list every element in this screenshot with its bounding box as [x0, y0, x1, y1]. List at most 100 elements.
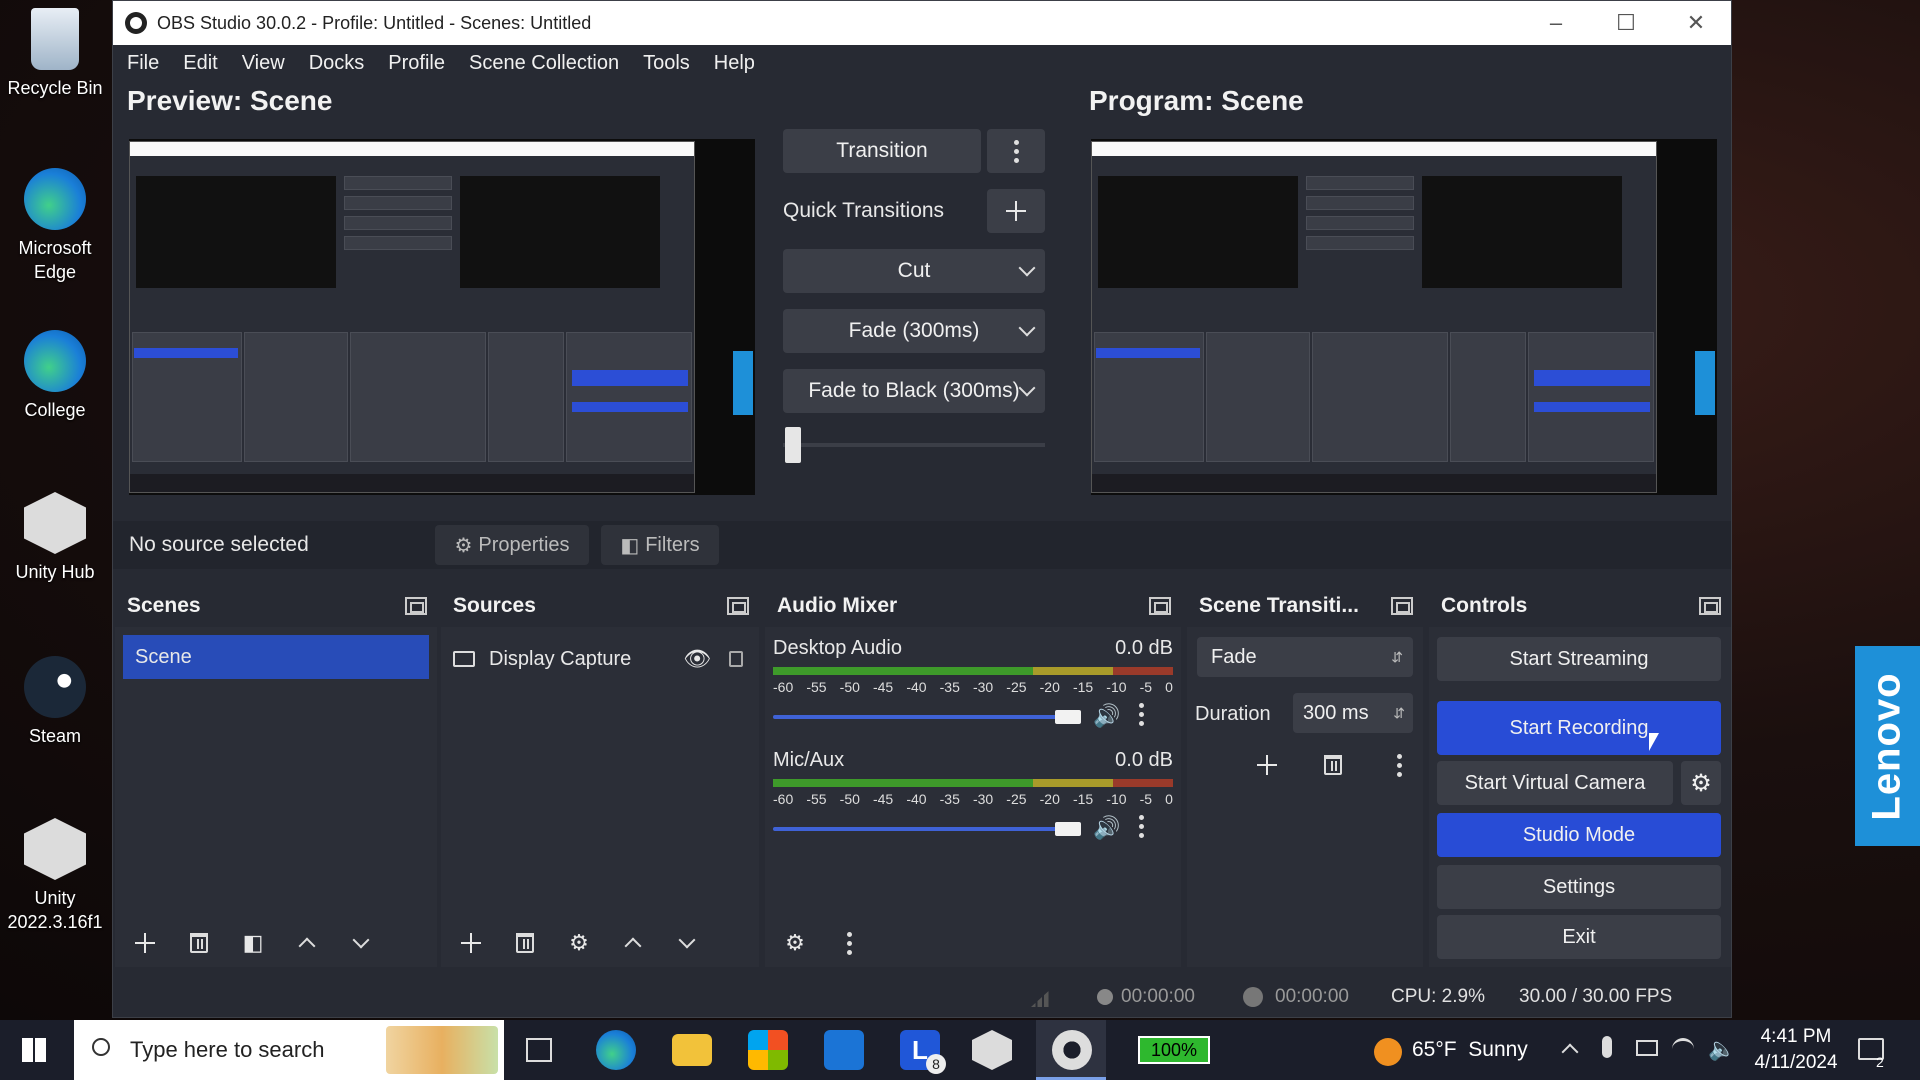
clock-time[interactable]: 4:41 PM: [1756, 1026, 1836, 1048]
start-virtual-camera-button[interactable]: Start Virtual Camera: [1437, 761, 1673, 805]
undock-icon[interactable]: [1699, 597, 1721, 615]
kebab-icon[interactable]: [1139, 703, 1144, 726]
menu-file[interactable]: File: [127, 52, 159, 75]
menu-edit[interactable]: Edit: [183, 52, 217, 75]
quick-transition-fade-to-black[interactable]: Fade to Black (300ms): [783, 369, 1045, 413]
trash-icon: [1324, 755, 1342, 775]
store-icon[interactable]: [748, 1030, 788, 1070]
task-view-icon[interactable]: [526, 1038, 552, 1062]
t-bar-handle[interactable]: [785, 427, 801, 463]
edge-taskbar-icon[interactable]: [596, 1030, 636, 1070]
volume-slider-knob[interactable]: [1055, 710, 1081, 724]
preview-screenshot: [129, 141, 695, 493]
remove-scene-button[interactable]: [179, 923, 219, 963]
desktop-icon-unity[interactable]: Unity 2022.3.16f1: [4, 818, 106, 934]
add-transition-button[interactable]: [1247, 745, 1287, 785]
volume-muted-icon[interactable]: 🔈: [1708, 1036, 1735, 1062]
desktop-icon-college[interactable]: College: [4, 330, 106, 422]
mouse-cursor-icon: [1649, 733, 1665, 751]
lock-icon[interactable]: [729, 651, 743, 667]
volume-slider[interactable]: [773, 715, 1073, 719]
desktop-icon-recycle-bin[interactable]: Recycle Bin: [4, 8, 106, 100]
desktop-icon-steam[interactable]: Steam: [4, 656, 106, 748]
settings-button[interactable]: Settings: [1437, 865, 1721, 909]
desktop-icon-unity-hub[interactable]: Unity Hub: [4, 492, 106, 584]
transition-menu-button[interactable]: [987, 129, 1045, 173]
move-scene-down-button[interactable]: [341, 923, 381, 963]
mail-icon[interactable]: [824, 1030, 864, 1070]
close-button[interactable]: ✕: [1661, 1, 1731, 45]
add-quick-transition-button[interactable]: [987, 189, 1045, 233]
move-source-up-button[interactable]: [613, 923, 653, 963]
desktop-icon-label: College: [24, 400, 86, 420]
battery-tray-icon[interactable]: [1636, 1040, 1658, 1056]
meter-scale-tick: -50: [839, 791, 860, 807]
exit-label: Exit: [1562, 925, 1596, 948]
properties-button[interactable]: ⚙ Properties: [435, 525, 589, 565]
move-source-down-button[interactable]: [667, 923, 707, 963]
source-list-item[interactable]: Display Capture 👁: [453, 641, 753, 677]
microphone-icon[interactable]: [1602, 1036, 1612, 1058]
start-streaming-button[interactable]: Start Streaming: [1437, 637, 1721, 681]
preview-canvas[interactable]: [129, 139, 755, 495]
quick-transition-fade[interactable]: Fade (300ms): [783, 309, 1045, 353]
undock-icon[interactable]: [1391, 597, 1413, 615]
duration-spinbox[interactable]: 300 ms ⇵: [1293, 693, 1413, 733]
menu-tools[interactable]: Tools: [643, 52, 690, 75]
windows-start-icon[interactable]: [22, 1038, 46, 1062]
quick-transition-cut[interactable]: Cut: [783, 249, 1045, 293]
advanced-audio-button[interactable]: ⚙: [775, 923, 815, 963]
menu-docks[interactable]: Docks: [309, 52, 365, 75]
transition-select[interactable]: Fade ⇵: [1197, 637, 1413, 677]
mixer-menu-button[interactable]: [829, 923, 869, 963]
remove-transition-button[interactable]: [1313, 745, 1353, 785]
wifi-icon[interactable]: [1672, 1038, 1694, 1060]
chevron-up-icon: [624, 937, 642, 955]
kebab-icon[interactable]: [1139, 815, 1144, 838]
lenovo-tab[interactable]: Lenovo: [1855, 646, 1920, 846]
undock-icon[interactable]: [727, 597, 749, 615]
spin-arrows-icon: ⇵: [1393, 704, 1405, 721]
undock-icon[interactable]: [1149, 597, 1171, 615]
weather-text[interactable]: 65°F Sunny: [1412, 1038, 1528, 1062]
start-virtual-camera-label: Start Virtual Camera: [1464, 771, 1646, 794]
volume-slider[interactable]: [773, 827, 1073, 831]
transition-properties-button[interactable]: [1379, 745, 1419, 785]
start-recording-button[interactable]: Start Recording: [1437, 701, 1721, 755]
chevron-up-icon[interactable]: [1561, 1043, 1579, 1061]
move-scene-up-button[interactable]: [287, 923, 327, 963]
file-explorer-icon[interactable]: [672, 1034, 712, 1066]
menu-scene-collection[interactable]: Scene Collection: [469, 52, 619, 75]
program-canvas[interactable]: [1091, 139, 1717, 495]
undock-icon[interactable]: [405, 597, 427, 615]
taskbar-search[interactable]: Type here to search: [74, 1020, 504, 1080]
desktop-icon-label: Steam: [28, 726, 82, 746]
t-bar-track[interactable]: [783, 443, 1045, 447]
menu-profile[interactable]: Profile: [388, 52, 445, 75]
meter-scale-tick: -45: [872, 679, 894, 695]
add-scene-button[interactable]: [125, 923, 165, 963]
studio-mode-button[interactable]: Studio Mode: [1437, 813, 1721, 857]
maximize-button[interactable]: ☐: [1591, 1, 1661, 45]
source-properties-button[interactable]: ⚙: [559, 923, 599, 963]
scene-list-item[interactable]: Scene: [123, 635, 429, 679]
minimize-button[interactable]: –: [1521, 1, 1591, 45]
transition-button[interactable]: Transition: [783, 129, 981, 173]
speaker-icon[interactable]: 🔊: [1093, 815, 1120, 841]
add-source-button[interactable]: [451, 923, 491, 963]
filters-button[interactable]: ◧ Filters: [601, 525, 719, 565]
clock-date[interactable]: 4/11/2024: [1746, 1052, 1846, 1074]
exit-button[interactable]: Exit: [1437, 915, 1721, 959]
menu-help[interactable]: Help: [714, 52, 755, 75]
remove-source-button[interactable]: [505, 923, 545, 963]
volume-slider-knob[interactable]: [1055, 822, 1081, 836]
speaker-icon[interactable]: 🔊: [1093, 703, 1120, 729]
eye-icon[interactable]: 👁: [683, 646, 711, 672]
desktop-icon-edge[interactable]: Microsoft Edge: [4, 168, 106, 284]
menu-view[interactable]: View: [242, 52, 285, 75]
virtual-camera-settings-button[interactable]: ⚙: [1681, 761, 1721, 805]
unity-taskbar-icon[interactable]: [972, 1030, 1012, 1070]
battery-indicator[interactable]: 100%: [1138, 1036, 1210, 1064]
scene-filters-button[interactable]: ◧: [233, 923, 273, 963]
meter-scale-tick: -50: [839, 679, 860, 695]
